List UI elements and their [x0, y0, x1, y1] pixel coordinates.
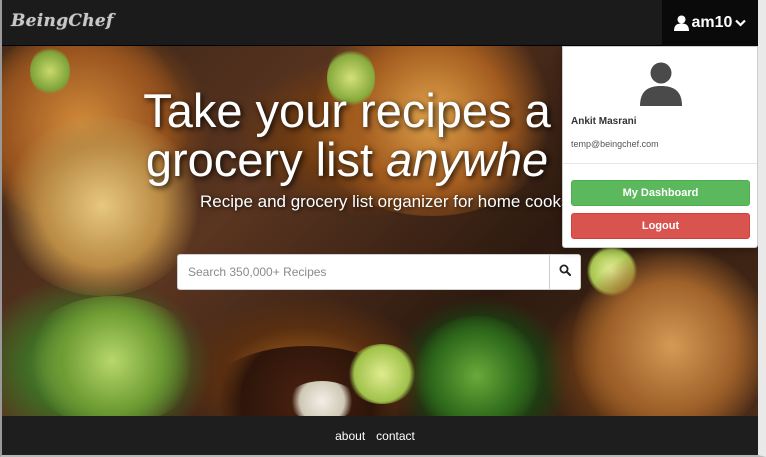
recipe-search-bar	[177, 254, 581, 290]
footer-link-about[interactable]: about	[335, 429, 365, 443]
my-dashboard-button[interactable]: My Dashboard	[571, 180, 750, 206]
user-email: temp@beingchef.com	[571, 139, 659, 149]
user-menu-toggle[interactable]: am10	[662, 0, 758, 46]
sour-cream-decoration	[287, 381, 357, 416]
search-input[interactable]	[178, 255, 549, 289]
user-full-name: Ankit Masrani	[571, 116, 637, 127]
hero-subtitle: Recipe and grocery list organizer for ho…	[200, 192, 575, 211]
user-icon	[673, 15, 689, 31]
logout-button[interactable]: Logout	[571, 213, 750, 239]
chevron-down-icon	[735, 19, 747, 27]
lettuce-decoration	[22, 296, 202, 416]
dropdown-divider	[563, 163, 757, 164]
footer-link-contact[interactable]: contact	[376, 429, 415, 443]
user-menu-label: am10	[691, 14, 733, 31]
window-scrollbar[interactable]	[758, 0, 766, 457]
hero-title-line-2-plain: grocery list	[145, 133, 387, 186]
top-navbar: BeingChef am10	[2, 0, 758, 46]
user-dropdown-menu: Ankit Masrani temp@beingchef.com My Dash…	[562, 46, 758, 248]
lime-decoration	[347, 344, 417, 404]
brand-logo[interactable]: BeingChef	[11, 11, 114, 31]
page-footer: about contact	[2, 416, 758, 455]
cilantro-decoration	[412, 316, 542, 416]
search-icon	[559, 263, 571, 281]
avatar-silhouette-icon	[638, 60, 684, 106]
hero-title-line-2-italic: anywhe	[386, 133, 549, 186]
search-button[interactable]	[549, 255, 580, 289]
